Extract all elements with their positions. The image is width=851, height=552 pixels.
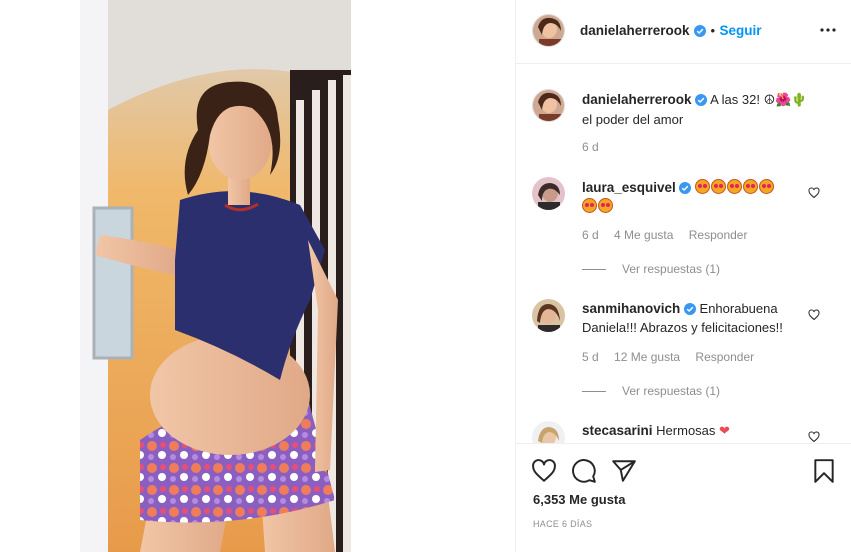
comment-avatar[interactable]: [532, 299, 565, 332]
comment-time[interactable]: 5 d: [582, 350, 599, 364]
heart-eyes-emoji: [582, 198, 597, 213]
caption-time[interactable]: 6 d: [582, 140, 599, 154]
likes-count[interactable]: 6,353 Me gusta: [533, 492, 626, 507]
verified-icon: [679, 182, 692, 194]
more-icon[interactable]: [820, 22, 836, 38]
follow-button[interactable]: Seguir: [719, 23, 761, 38]
comment-text: sanmihanovich Enhorabuena Daniela!!! Abr…: [582, 299, 812, 337]
post-header: danielaherrerook • Seguir: [516, 0, 851, 64]
view-replies-label[interactable]: Ver respuestas (1): [622, 262, 720, 276]
replies-divider-line: [582, 391, 606, 393]
comment-reply-button[interactable]: Responder: [689, 228, 748, 242]
heart-eyes-emoji: [759, 179, 775, 194]
comment-meta: 5 d 12 Me gusta Responder: [582, 350, 766, 364]
caption-username[interactable]: danielaherrerook: [582, 92, 692, 107]
heart-eyes-emoji: [598, 198, 613, 213]
comment-icon[interactable]: [571, 458, 597, 484]
comments-panel: danielaherrerook • Seguir danielaherrero…: [515, 0, 851, 552]
header-separator: •: [710, 23, 716, 38]
photo-gap: [351, 0, 515, 552]
share-icon[interactable]: [611, 458, 637, 484]
view-replies[interactable]: Ver respuestas (1): [582, 262, 720, 276]
replies-divider-line: [582, 269, 606, 271]
view-replies-label[interactable]: Ver respuestas (1): [622, 384, 720, 398]
comment-body: Hermosas: [656, 423, 716, 438]
comment-avatar-image: [532, 421, 565, 443]
red-heart-emoji: ❤: [719, 424, 730, 439]
comment-body-line2: Daniela!!! Abrazos y felicitaciones!!: [582, 320, 783, 335]
comment-avatar[interactable]: [532, 177, 565, 210]
caption-meta: 6 d: [582, 140, 611, 154]
caption-emoji: ☮🌺🌵: [763, 93, 808, 108]
comment-likes[interactable]: 4 Me gusta: [614, 228, 673, 242]
header-user-row: danielaherrerook • Seguir: [580, 22, 761, 40]
caption-avatar-image: [533, 90, 564, 121]
verified-icon: [695, 94, 708, 106]
comment-username[interactable]: stecasarini: [582, 423, 653, 438]
comment-meta: 6 d 4 Me gusta Responder: [582, 228, 759, 242]
caption-line2: el poder del amor: [582, 112, 684, 127]
bookmark-icon[interactable]: [811, 458, 837, 484]
left-margin: [0, 0, 80, 552]
comment-username[interactable]: sanmihanovich: [582, 301, 680, 316]
heart-eyes-emoji: [711, 179, 727, 194]
caption-line1: A las 32!: [710, 92, 764, 107]
post-date[interactable]: HACE 6 DÍAS: [533, 519, 592, 529]
comment-likes[interactable]: 12 Me gusta: [614, 350, 680, 364]
comments-list[interactable]: danielaherrerook A las 32! ☮🌺🌵 el poder …: [516, 65, 851, 443]
post-actions: 6,353 Me gusta HACE 6 DÍAS: [516, 443, 851, 552]
heart-eyes-emoji: [695, 179, 711, 194]
verified-icon: [683, 303, 696, 315]
comment-reply-button[interactable]: Responder: [695, 350, 754, 364]
heart-icon[interactable]: [531, 458, 557, 484]
comment-body-line1: Enhorabuena: [699, 301, 778, 316]
comment-text: laura_esquivel: [582, 178, 812, 216]
comment-username[interactable]: laura_esquivel: [582, 180, 676, 195]
like-comment-heart-icon[interactable]: [808, 309, 820, 321]
post-photo-illustration: [80, 0, 351, 552]
instagram-post-view: danielaherrerook • Seguir danielaherrero…: [0, 0, 851, 552]
like-comment-heart-icon[interactable]: [808, 431, 820, 443]
comment-avatar[interactable]: [532, 421, 565, 443]
caption-avatar[interactable]: [532, 89, 565, 122]
heart-eyes-emoji: [743, 179, 759, 194]
heart-eyes-emoji: [727, 179, 743, 194]
post-photo[interactable]: [80, 0, 351, 552]
author-avatar-image: [533, 15, 564, 46]
comment-time[interactable]: 6 d: [582, 228, 599, 242]
comment-text: stecasarini Hermosas ❤: [582, 421, 812, 441]
comment-avatar-image: [532, 177, 565, 210]
caption-text: danielaherrerook A las 32! ☮🌺🌵 el poder …: [582, 90, 832, 129]
verified-icon: [694, 25, 706, 37]
author-avatar[interactable]: [532, 14, 565, 47]
like-comment-heart-icon[interactable]: [808, 187, 820, 199]
view-replies[interactable]: Ver respuestas (1): [582, 384, 720, 398]
comment-avatar-image: [532, 299, 565, 332]
author-username[interactable]: danielaherrerook: [580, 23, 690, 38]
